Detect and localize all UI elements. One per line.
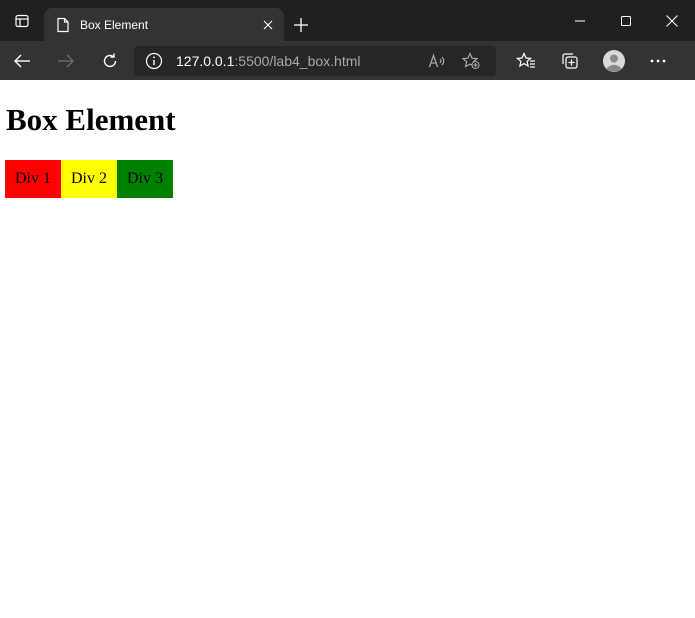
close-icon — [263, 20, 273, 29]
page-heading: Box Element — [6, 102, 176, 137]
plus-icon — [294, 17, 308, 32]
box-row: Div 1 Div 2 Div 3 — [5, 160, 173, 198]
box-label: Div 2 — [71, 170, 107, 187]
browser-toolbar: 127.0.0.1:5500/lab4_box.html — [0, 41, 695, 80]
div-box-3: Div 3 — [117, 160, 173, 198]
profile-button[interactable] — [592, 41, 636, 80]
address-url[interactable]: 127.0.0.1:5500/lab4_box.html — [176, 53, 420, 69]
box-label: Div 1 — [15, 170, 51, 187]
minimize-button[interactable] — [557, 0, 603, 41]
collections-button[interactable] — [548, 41, 592, 80]
favorites-button[interactable] — [504, 41, 548, 80]
avatar-icon — [603, 49, 625, 72]
url-path: :5500/lab4_box.html — [234, 52, 361, 69]
tab-title: Box Element — [80, 17, 149, 32]
close-window-button[interactable] — [649, 0, 695, 41]
arrow-right-icon — [58, 54, 74, 67]
favorites-icon — [516, 51, 535, 68]
toolbar-right — [504, 41, 680, 80]
page-viewport: Box Element Div 1 Div 2 Div 3 — [0, 80, 695, 618]
more-menu-button[interactable] — [636, 41, 680, 80]
add-favorite-button[interactable] — [454, 46, 488, 76]
collections-icon — [562, 52, 578, 69]
url-host: 127.0.0.1 — [176, 52, 235, 69]
refresh-icon — [103, 53, 117, 67]
minimize-icon — [575, 20, 585, 21]
maximize-icon — [621, 15, 631, 26]
page-icon — [57, 17, 69, 32]
close-icon — [666, 14, 678, 27]
div-box-2: Div 2 — [61, 160, 117, 198]
site-info-button[interactable] — [144, 51, 164, 71]
maximize-button[interactable] — [603, 0, 649, 41]
address-bar[interactable]: 127.0.0.1:5500/lab4_box.html — [134, 45, 496, 76]
new-tab-button[interactable] — [284, 8, 318, 41]
info-icon — [145, 52, 163, 69]
forward-button[interactable] — [44, 41, 88, 80]
read-aloud-button[interactable] — [420, 46, 454, 76]
div-box-1: Div 1 — [5, 160, 61, 198]
star-add-icon — [461, 51, 480, 69]
more-icon — [650, 59, 666, 62]
tab-active[interactable]: Box Element — [44, 8, 284, 41]
tab-actions-button[interactable] — [0, 0, 44, 41]
box-label: Div 3 — [127, 170, 163, 187]
tab-actions-icon — [15, 14, 29, 27]
window-controls — [557, 0, 695, 41]
arrow-left-icon — [14, 54, 30, 67]
tab-strip: Box Element — [0, 0, 695, 41]
tab-close-button[interactable] — [260, 17, 276, 33]
refresh-button[interactable] — [88, 41, 132, 80]
read-aloud-icon — [428, 53, 445, 67]
back-button[interactable] — [0, 41, 44, 80]
